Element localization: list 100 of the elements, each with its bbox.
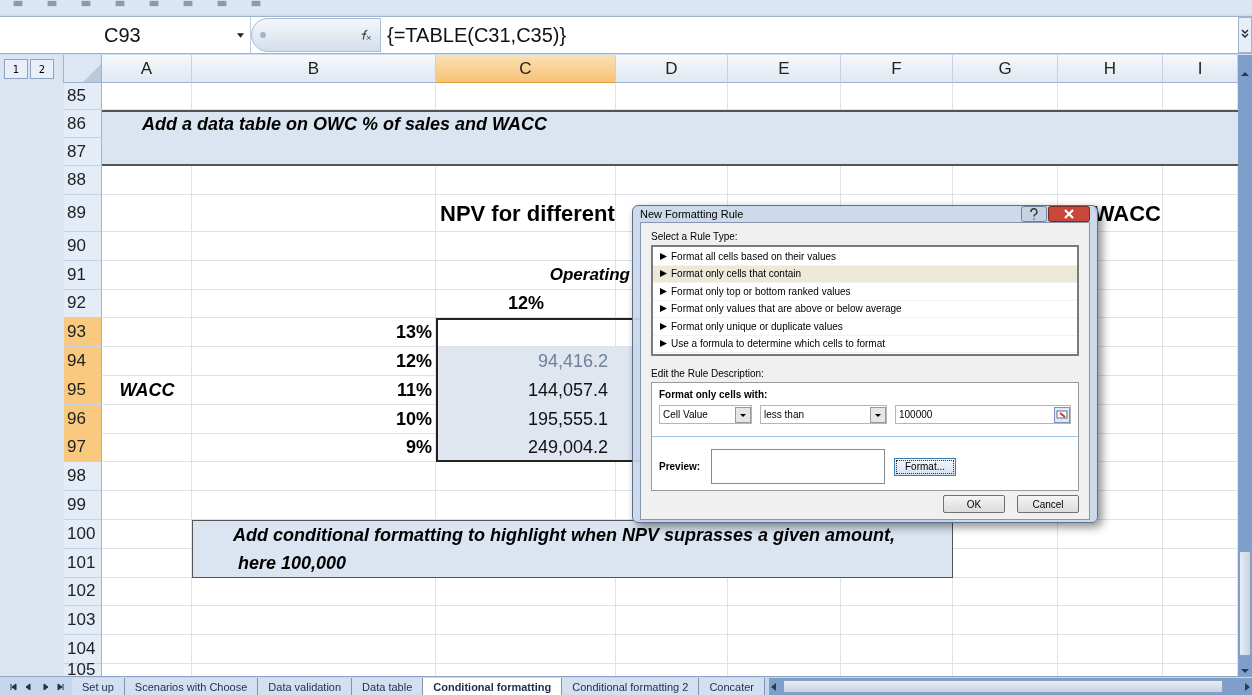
dialog-button[interactable]: Cancel (1017, 495, 1079, 513)
row-header[interactable]: 88 (64, 166, 102, 195)
row-header[interactable]: 101 (64, 548, 102, 578)
dropdown-caret-icon[interactable] (237, 33, 244, 38)
sheet-navigation-icon[interactable] (8, 680, 66, 693)
help-icon[interactable] (1021, 206, 1047, 222)
scroll-thumb[interactable] (783, 680, 1224, 693)
row-header[interactable]: 97 (64, 433, 102, 463)
outline-level-button[interactable]: 2 (30, 59, 54, 79)
sheet-tab[interactable]: Data validation (258, 677, 353, 695)
scroll-thumb[interactable] (1239, 550, 1251, 656)
row-header[interactable]: 102 (64, 577, 102, 607)
note-text: Add conditional formatting to highlight when NPV suprasses a given amount, here 100,000 (232, 523, 896, 575)
triangle-icon (660, 270, 667, 278)
column-header[interactable]: F (841, 55, 953, 83)
triangle-icon (660, 287, 667, 295)
row-header[interactable]: 96 (64, 404, 102, 434)
row-header[interactable]: 87 (64, 138, 102, 166)
horizontal-scrollbar[interactable] (769, 678, 1252, 695)
rule-type-item[interactable]: Use a formula to determine which cells to format (653, 335, 1077, 353)
corner-triangle-icon (81, 62, 101, 82)
row-header[interactable]: 85 (64, 83, 102, 110)
column-header[interactable]: A (102, 55, 192, 83)
rule-type-item[interactable]: Format all cells based on their values (653, 248, 1077, 266)
column-header[interactable]: H (1058, 55, 1163, 83)
table-cell: WACC (119, 379, 175, 401)
column-header[interactable]: G (953, 55, 1058, 83)
table-cell-text: 10% (395, 408, 433, 430)
resize-handle[interactable] (260, 32, 266, 38)
toolbar-icon[interactable] (182, 0, 194, 7)
triangle-icon (660, 252, 667, 260)
column-header[interactable]: B (192, 55, 436, 83)
column-header[interactable]: D (616, 55, 728, 83)
expand-icon[interactable] (1238, 17, 1252, 53)
row-header[interactable]: 99 (64, 491, 102, 520)
row-header[interactable]: 98 (64, 462, 102, 492)
row-header[interactable]: 105 (64, 663, 102, 678)
close-icon[interactable] (1048, 206, 1090, 222)
dialog-title: New Formatting Rule (640, 208, 744, 220)
toolbar-icon[interactable] (46, 0, 58, 7)
toolbar-icon[interactable] (80, 0, 92, 7)
column-header[interactable]: E (728, 55, 841, 83)
table-title: WACC (1093, 200, 1161, 227)
rule-type-item[interactable]: Format only top or bottom ranked values (653, 283, 1077, 301)
column-header[interactable]: C (436, 55, 616, 83)
name-box[interactable]: C93 (8, 17, 251, 53)
vertical-scrollbar[interactable] (1238, 55, 1252, 678)
row-header[interactable]: 91 (64, 260, 102, 290)
table-cell-text: 12% (395, 351, 433, 373)
table-cell-text: 13% (395, 322, 433, 344)
table-cell-text: 9% (406, 437, 433, 459)
condition-dropdown[interactable]: Cell Value (659, 405, 752, 424)
row-header[interactable]: 92 (64, 289, 102, 319)
table-cell: 12% (508, 293, 544, 315)
section-label: Edit the Rule Description: (651, 368, 765, 379)
triangle-icon (660, 305, 667, 313)
triangle-icon (660, 340, 667, 348)
column-header[interactable]: I (1163, 55, 1238, 83)
rule-type-item[interactable]: Format only unique or duplicate values (653, 318, 1077, 336)
operator-dropdown[interactable]: less than (760, 405, 887, 424)
scroll-right-icon[interactable] (1242, 680, 1252, 693)
sheet-tab[interactable]: Conditional formatting 2 (562, 677, 700, 695)
row-header[interactable]: 93 (64, 318, 102, 348)
table-header: Operating (549, 265, 630, 286)
row-header[interactable]: 86 (64, 110, 102, 138)
triangle-icon (660, 322, 667, 330)
table-cell-text: 144,057.4 (527, 379, 609, 401)
table-cell-text: 195,555.1 (527, 408, 609, 430)
row-header[interactable]: 104 (64, 635, 102, 664)
sheet-tab[interactable]: Data table (352, 677, 424, 695)
row-header[interactable]: 100 (64, 519, 102, 549)
sheet-tab[interactable]: Set up (72, 677, 125, 695)
format-button[interactable]: Format... (894, 457, 956, 476)
section-label: Select a Rule Type: (651, 231, 739, 242)
toolbar-icon[interactable] (250, 0, 262, 7)
value-field[interactable]: 100000 (895, 405, 1071, 424)
condition-heading: Format only cells with: (659, 389, 769, 400)
table-cell-text: 11% (396, 379, 433, 401)
dialog-button[interactable]: OK (943, 495, 1005, 513)
row-header[interactable]: 94 (64, 347, 102, 376)
table-cell-text: 249,004.2 (527, 437, 609, 459)
toolbar-icon[interactable] (148, 0, 160, 7)
rule-type-list[interactable] (651, 245, 1079, 356)
toolbar-icon[interactable] (114, 0, 126, 7)
sheet-tab[interactable]: Concater (699, 677, 766, 695)
outline-level-button[interactable]: 1 (4, 59, 28, 79)
table-title: NPV for different (439, 200, 615, 227)
row-header[interactable]: 90 (64, 232, 102, 261)
sheet-tab[interactable]: Conditional formatting (423, 677, 563, 695)
row-header[interactable]: 95 (64, 376, 102, 405)
rule-type-item[interactable]: Format only values that are above or below average (653, 300, 1077, 318)
preview-label: Preview: (659, 461, 702, 472)
toolbar-icon[interactable] (216, 0, 228, 7)
row-header[interactable]: 103 (64, 606, 102, 636)
function-icon[interactable] (359, 29, 372, 41)
toolbar-icon[interactable] (12, 0, 24, 7)
formula-field[interactable]: {=TABLE(C31,C35)} (381, 17, 1238, 53)
row-header[interactable]: 89 (64, 195, 102, 232)
collapse-dialog-icon[interactable] (1054, 406, 1070, 423)
sheet-tab[interactable]: Scenarios with Choose (124, 677, 259, 695)
